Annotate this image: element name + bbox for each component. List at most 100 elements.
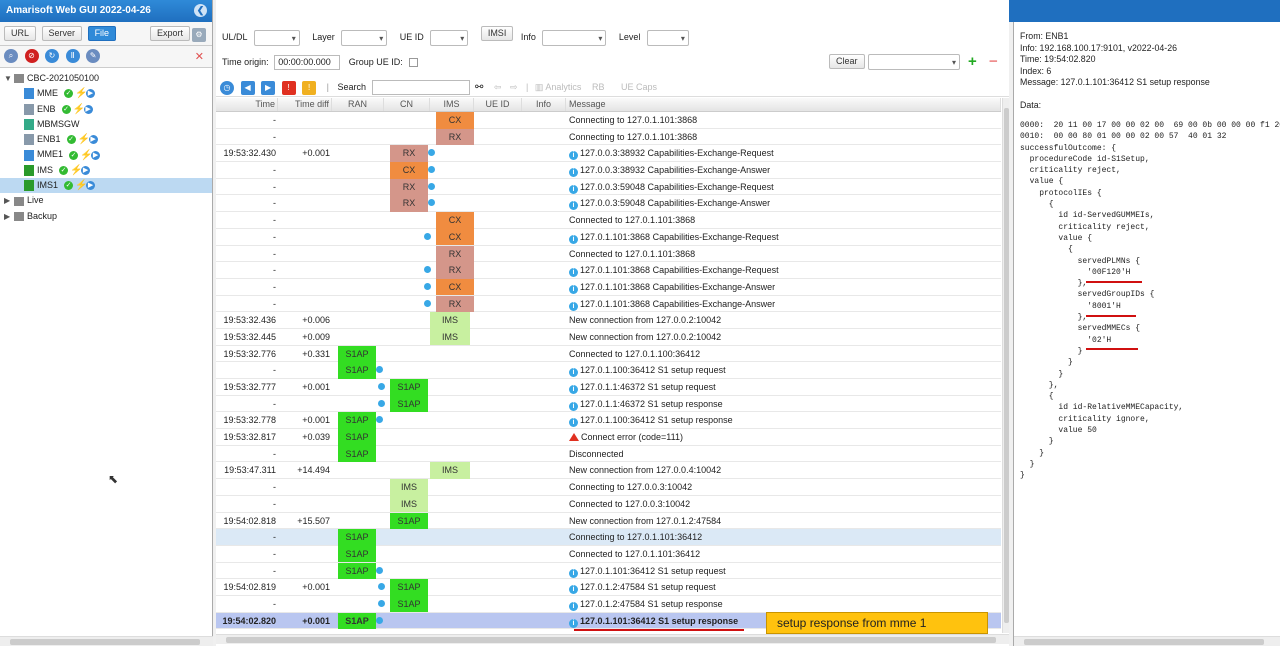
layer-tag[interactable]: S1AP: [338, 429, 376, 446]
table-row[interactable]: - CX i 127.0.0.3:38932 Capabilities-Exchang…: [216, 162, 1001, 179]
file-button[interactable]: File: [87, 26, 117, 41]
clock-icon[interactable]: ◷: [220, 80, 234, 95]
table-row[interactable]: - RX i 127.0.0.3:59048 Capabilities-Exchang…: [216, 178, 1001, 196]
table-row[interactable]: 19:53:32.430 +0.001 RX i 127.0.0.3:38932 Cap…: [216, 145, 1001, 163]
uecaps-button[interactable]: UE Caps: [621, 82, 657, 92]
layer-tag[interactable]: S1AP: [338, 362, 376, 379]
info-select[interactable]: [542, 29, 607, 46]
layer-tag[interactable]: S1AP: [390, 595, 428, 613]
layer-tag[interactable]: S1AP: [338, 529, 376, 546]
add-icon[interactable]: +: [968, 52, 977, 72]
url-button[interactable]: URL: [4, 26, 37, 41]
settings-icon[interactable]: ⚙: [192, 28, 206, 42]
table-row[interactable]: - S1AP i 127.0.1.101:36412 S1 setup request: [216, 562, 1001, 580]
rb-button[interactable]: RB: [592, 82, 605, 92]
table-row[interactable]: - S1AP Connected to 127.0.1.101:36412: [216, 545, 1001, 563]
search-next-icon[interactable]: ⇨: [510, 82, 518, 92]
tree-item-cbc-2021050100[interactable]: ▼ CBC-2021050100: [0, 71, 212, 86]
layer-tag[interactable]: S1AP: [338, 545, 376, 563]
layer-tag[interactable]: S1AP: [390, 379, 428, 396]
column-header-ims[interactable]: IMS: [430, 98, 474, 111]
layer-tag[interactable]: IMS: [430, 462, 470, 479]
layer-tag[interactable]: CX: [436, 228, 474, 246]
level-select[interactable]: [646, 29, 689, 46]
group-ueid-checkbox[interactable]: [409, 58, 419, 68]
layer-tag[interactable]: RX: [390, 145, 428, 162]
column-header-ran[interactable]: RAN: [332, 98, 384, 111]
binoculars-icon[interactable]: ⚯: [475, 82, 483, 93]
play-icon[interactable]: ▶: [83, 104, 93, 114]
column-header-time-diff[interactable]: Time diff: [278, 98, 332, 111]
export-button[interactable]: Export: [150, 26, 191, 41]
layer-tag[interactable]: RX: [436, 245, 474, 262]
close-icon[interactable]: ✕: [195, 50, 204, 63]
table-row[interactable]: - RX i 127.0.0.3:59048 Capabilities-Exchang…: [216, 195, 1001, 213]
column-header-info[interactable]: Info: [522, 98, 566, 111]
layer-tag[interactable]: IMS: [390, 495, 428, 513]
clear-button[interactable]: Clear: [829, 54, 865, 69]
table-row[interactable]: - RX Connecting to 127.0.1.101:3868: [216, 128, 1001, 146]
layer-tag[interactable]: S1AP: [338, 612, 376, 630]
table-row[interactable]: - S1AP i 127.0.1.1:46372 S1 setup response: [216, 395, 1001, 413]
refresh-icon[interactable]: ↻: [45, 49, 60, 63]
layer-select[interactable]: [341, 29, 388, 46]
table-row[interactable]: 19:53:32.776 +0.331 S1AP Connected to 127.0…: [216, 345, 1001, 363]
tree-item-enb[interactable]: ENB ✓ ⚡▶: [0, 102, 212, 117]
layer-tag[interactable]: S1AP: [390, 395, 428, 413]
table-row[interactable]: 19:53:32.436 +0.006 IMS New connection from…: [216, 312, 1001, 329]
server-button[interactable]: Server: [41, 26, 83, 41]
layer-tag[interactable]: CX: [436, 278, 474, 296]
table-row[interactable]: - RX Connected to 127.0.1.101:3868: [216, 245, 1001, 263]
table-row[interactable]: - CX i 127.0.1.101:3868 Capabilities-Exchan…: [216, 228, 1001, 246]
error-filter-icon[interactable]: !: [281, 80, 296, 95]
tree-item-backup[interactable]: ▶ Backup: [0, 209, 212, 224]
layer-tag[interactable]: S1AP: [338, 445, 376, 463]
tree-item-mme[interactable]: MME ✓ ⚡▶: [0, 86, 212, 101]
time-origin-input[interactable]: 00:00:00.000: [274, 55, 341, 71]
play-icon[interactable]: ▶: [81, 165, 91, 175]
layer-tag[interactable]: RX: [390, 178, 428, 196]
layer-tag[interactable]: IMS: [430, 328, 470, 346]
layer-tag[interactable]: RX: [436, 262, 474, 279]
layer-tag[interactable]: S1AP: [338, 412, 376, 429]
table-row[interactable]: 19:53:32.778 +0.001 S1AP i 127.0.1.100:36412…: [216, 412, 1001, 430]
column-header-ue-id[interactable]: UE ID: [474, 98, 522, 111]
layer-tag[interactable]: S1AP: [390, 512, 428, 529]
collapse-arrow-icon[interactable]: ▼: [4, 71, 14, 86]
layer-tag[interactable]: CX: [436, 212, 474, 229]
play-icon[interactable]: ▶: [88, 135, 98, 145]
table-row[interactable]: 19:54:02.819 +0.001 S1AP i 127.0.1.2:47584 S…: [216, 579, 1001, 596]
imsi-button[interactable]: IMSI: [480, 26, 514, 41]
layer-tag[interactable]: S1AP: [338, 562, 376, 580]
layer-tag[interactable]: RX: [436, 295, 474, 313]
layer-tag[interactable]: IMS: [430, 312, 470, 329]
expand-arrow-icon[interactable]: ▶: [4, 193, 14, 208]
play-icon[interactable]: ▶: [86, 89, 95, 99]
play-icon[interactable]: ▶: [86, 181, 96, 191]
table-row[interactable]: 19:53:32.777 +0.001 S1AP i 127.0.1.1:46372 S…: [216, 379, 1001, 396]
config-icon[interactable]: ✎: [86, 49, 101, 63]
column-header-cn[interactable]: CN: [384, 98, 430, 111]
collapse-panel-icon[interactable]: ❮: [194, 4, 207, 17]
play-icon[interactable]: ▶: [91, 150, 101, 160]
tree-item-mme1[interactable]: MME1 ✓ ⚡▶: [0, 147, 212, 162]
log-horizontal-scrollbar[interactable]: [216, 634, 1009, 644]
layer-tag[interactable]: RX: [436, 128, 474, 146]
log-vertical-scrollbar[interactable]: [1002, 98, 1009, 633]
table-row[interactable]: - CX Connecting to 127.0.1.101:3868: [216, 112, 1001, 129]
tree-item-ims1[interactable]: IMS1 ✓ ⚡▶: [0, 178, 212, 194]
layer-tag[interactable]: S1AP: [390, 579, 428, 596]
analytics-button[interactable]: Analytics: [545, 82, 581, 92]
layer-tag[interactable]: CX: [436, 112, 474, 129]
detail-horizontal-scrollbar[interactable]: [1014, 636, 1280, 646]
table-row[interactable]: - S1AP Disconnected: [216, 445, 1001, 463]
table-row[interactable]: - CX i 127.0.1.101:3868 Capabilities-Exchan…: [216, 278, 1001, 296]
table-row[interactable]: - IMS Connected to 127.0.0.3:10042: [216, 495, 1001, 513]
uldl-select[interactable]: [253, 29, 300, 46]
table-row[interactable]: 19:53:32.445 +0.009 IMS New connection from…: [216, 328, 1001, 346]
tree-item-ims[interactable]: IMS ✓ ⚡▶: [0, 163, 212, 178]
tree-item-live[interactable]: ▶ Live: [0, 193, 212, 208]
prev-icon[interactable]: ◀: [240, 80, 255, 95]
search-icon[interactable]: ⌕: [4, 49, 18, 63]
table-row[interactable]: - S1AP i 127.0.1.2:47584 S1 setup response: [216, 595, 1001, 613]
